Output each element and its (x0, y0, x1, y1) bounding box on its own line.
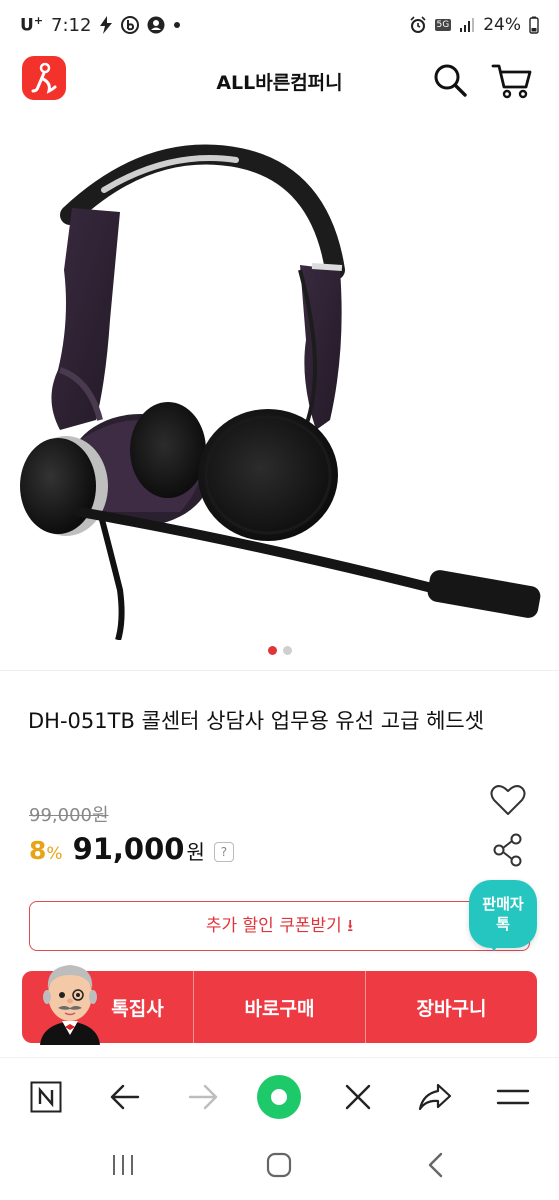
recent-apps-icon[interactable] (103, 1150, 143, 1180)
alarm-icon (409, 16, 427, 34)
back-arrow-icon[interactable] (102, 1074, 148, 1120)
talk-butler-label: 톡집사 (111, 997, 164, 1020)
battery-level: 24% (483, 15, 521, 35)
notification-dot-icon (173, 21, 181, 29)
original-price: 99,000원 (29, 805, 109, 826)
back-icon[interactable] (416, 1150, 456, 1180)
currency-label: 원 (186, 840, 205, 864)
flash-icon (99, 16, 113, 34)
cart-icon[interactable] (490, 60, 534, 100)
seller-talk-label-2: 톡 (496, 915, 510, 933)
system-navigation-bar (0, 1140, 559, 1190)
clock: 7:12 (51, 14, 92, 36)
product-title: DH-051TB 콜센터 상담사 업무용 유선 고급 헤드셋 (28, 709, 485, 733)
headset-product-photo (20, 144, 541, 641)
divider (0, 1057, 559, 1058)
share-icon[interactable] (492, 833, 524, 867)
carousel-dot-active[interactable] (267, 646, 277, 655)
home-circle-icon[interactable] (256, 1074, 302, 1120)
add-to-cart-button[interactable]: 장바구니 (366, 971, 537, 1043)
carousel-dot[interactable] (282, 646, 292, 655)
account-icon (147, 16, 165, 34)
naver-n-icon[interactable] (23, 1074, 69, 1120)
share-arrow-icon[interactable] (412, 1074, 458, 1120)
battery-icon (529, 16, 539, 34)
divider (0, 670, 559, 671)
browser-toolbar (0, 1064, 559, 1128)
speech-tail (486, 941, 502, 951)
seller-talk-label: 판매자 (482, 895, 524, 913)
signal-icon (459, 17, 475, 33)
b-app-icon (121, 16, 140, 34)
sale-price: 91,000 (72, 832, 185, 866)
store-title: ALL바른컴퍼니 (216, 72, 343, 94)
carrier-label: U+ (20, 14, 44, 36)
network-5g-icon: 5G (434, 19, 452, 31)
discount-rate: 8 (29, 836, 47, 865)
price-help-icon[interactable]: ? (213, 842, 234, 862)
app-header: ALL바른컴퍼니 (0, 52, 559, 108)
search-icon[interactable] (430, 60, 470, 100)
heart-icon[interactable] (490, 783, 526, 817)
close-icon[interactable] (335, 1074, 381, 1120)
forward-arrow-icon (180, 1074, 226, 1120)
home-icon[interactable] (259, 1150, 299, 1180)
coupon-download-button[interactable]: 추가 할인 쿠폰받기 ⭳ (29, 901, 530, 951)
menu-icon[interactable] (490, 1074, 536, 1120)
butler-mascot-icon[interactable] (34, 955, 106, 1045)
discount-unit: % (46, 844, 63, 864)
product-image-carousel[interactable] (0, 120, 559, 641)
seller-talk-button[interactable]: 판매자 톡 (469, 880, 537, 948)
buy-now-button[interactable]: 바로구매 (194, 971, 365, 1043)
carousel-indicator (0, 646, 559, 655)
status-bar: U+ 7:12 5G 24% (0, 0, 559, 50)
price-row: 8 % 91,000 원 ? (29, 832, 234, 866)
